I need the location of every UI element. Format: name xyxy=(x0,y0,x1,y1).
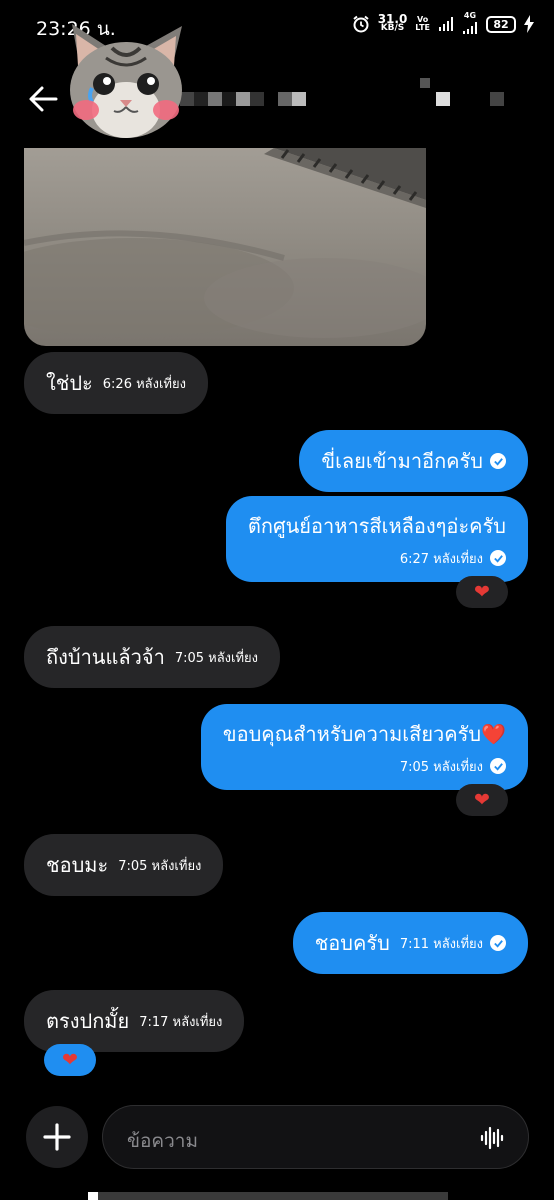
home-indicator xyxy=(0,1192,554,1200)
contact-name-redacted[interactable] xyxy=(180,92,306,106)
message-outgoing[interactable]: ขี่เลยเข้ามาอีกครับ xyxy=(299,430,528,492)
heart-icon: ❤ xyxy=(474,581,490,603)
volte-indicator: Vo LTE xyxy=(415,15,430,32)
message-incoming[interactable]: ถึงบ้านแล้วจ้า 7:05 หลังเที่ยง xyxy=(24,626,280,688)
heart-icon: ❤ xyxy=(474,789,490,811)
ground-photo xyxy=(24,148,426,346)
alarm-icon xyxy=(353,15,369,33)
message-input[interactable]: ข้อความ xyxy=(102,1105,529,1169)
back-arrow-icon[interactable] xyxy=(26,82,60,116)
charging-icon xyxy=(524,15,534,33)
network-4g: 4G xyxy=(462,12,478,36)
heart-reaction[interactable]: ❤ xyxy=(456,576,508,608)
message-incoming[interactable]: ชอบมะ 7:05 หลังเที่ยง xyxy=(24,834,224,896)
status-icons: 31.0 KB/S Vo LTE 4G 82 xyxy=(352,12,534,36)
signal-icon xyxy=(439,17,453,31)
read-check-icon xyxy=(490,550,506,566)
voice-waveform-icon[interactable] xyxy=(480,1126,504,1150)
heart-reaction[interactable]: ❤ xyxy=(456,784,508,816)
cat-avatar[interactable] xyxy=(62,22,190,140)
read-check-icon xyxy=(490,453,506,469)
read-check-icon xyxy=(490,758,506,774)
message-input-placeholder: ข้อความ xyxy=(127,1130,198,1152)
add-attachment-button[interactable] xyxy=(26,1106,88,1168)
message-outgoing[interactable]: ขอบคุณสำหรับความเสียวครับ❤️ 7:05 หลังเที… xyxy=(200,704,528,790)
message-outgoing[interactable]: ตึกศูนย์อาหารสีเหลืองๆอ่ะครับ 6:27 หลังเ… xyxy=(225,496,528,582)
battery-indicator: 82 xyxy=(486,15,516,33)
message-incoming[interactable]: ตรงปกมั้ย 7:17 หลังเที่ยง xyxy=(24,990,245,1052)
heart-reaction[interactable]: ❤ xyxy=(44,1044,96,1076)
photo-message[interactable] xyxy=(24,148,426,346)
net-speed: 31.0 KB/S xyxy=(377,12,408,33)
message-incoming[interactable]: ใช่ปะ 6:26 หลังเที่ยง xyxy=(24,352,208,414)
message-outgoing[interactable]: ชอบครับ 7:11 หลังเที่ยง xyxy=(292,912,528,974)
read-check-icon xyxy=(490,935,506,951)
header-redacted-dots xyxy=(420,78,430,88)
plus-icon xyxy=(43,1123,71,1151)
heart-icon: ❤ xyxy=(62,1049,78,1071)
signal-icon-2 xyxy=(463,22,477,34)
